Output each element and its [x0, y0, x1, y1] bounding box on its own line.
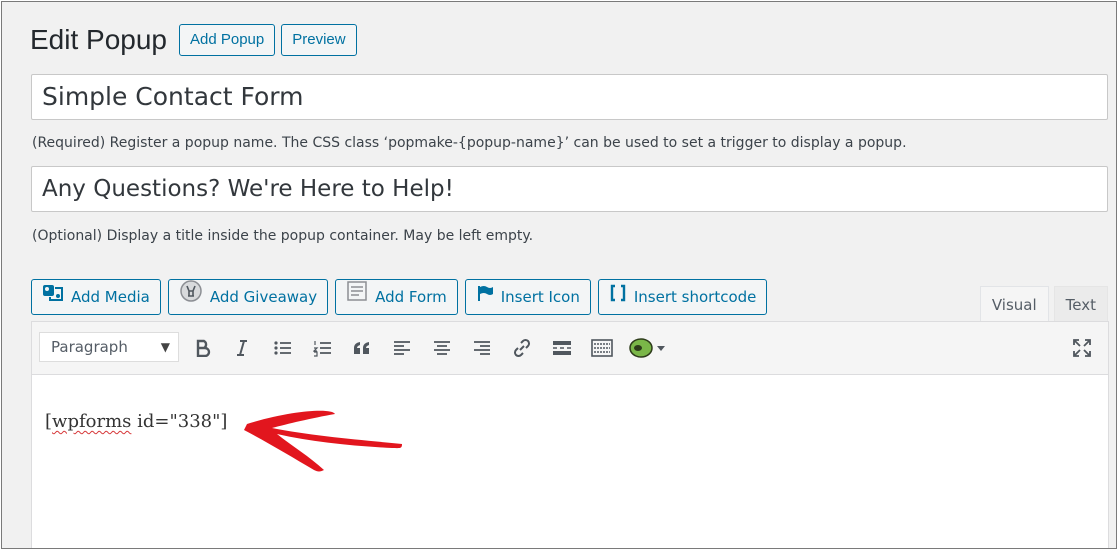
add-form-button[interactable]: Add Form — [335, 279, 458, 315]
editor-content[interactable]: [wpforms id="338"] — [45, 411, 227, 432]
popup-title-help: (Optional) Display a title inside the po… — [32, 228, 534, 244]
numbered-list-icon[interactable] — [309, 334, 337, 362]
media-icon — [42, 280, 71, 314]
format-select-value: Paragraph — [51, 338, 128, 356]
align-right-icon[interactable] — [468, 334, 496, 362]
wpforms-icon[interactable] — [628, 334, 668, 362]
tab-text[interactable]: Text — [1053, 286, 1108, 322]
shortcode-bracket: [ — [45, 411, 53, 432]
heading-row: Edit Popup Add Popup Preview — [30, 22, 357, 58]
add-giveaway-button[interactable]: Add Giveaway — [167, 279, 329, 315]
popup-name-help: (Required) Register a popup name. The CS… — [32, 135, 907, 151]
editor-toolbar: Paragraph ▼ — [32, 322, 1108, 375]
align-left-icon[interactable] — [388, 334, 416, 362]
add-media-label: Add Media — [71, 288, 150, 306]
popup-editor-screen: Edit Popup Add Popup Preview Simple Cont… — [1, 1, 1117, 549]
blockquote-icon[interactable] — [348, 334, 376, 362]
toolbar-toggle-icon[interactable] — [588, 334, 616, 362]
format-select[interactable]: Paragraph ▼ — [39, 332, 179, 362]
read-more-icon[interactable] — [548, 334, 576, 362]
shortcode-attributes: id="338"] — [131, 411, 228, 432]
add-giveaway-label: Add Giveaway — [209, 288, 318, 306]
bullet-list-icon[interactable] — [269, 334, 297, 362]
content-editor: Paragraph ▼ [wpforms id="338"] — [31, 321, 1109, 548]
page-title: Edit Popup — [30, 24, 167, 55]
link-icon[interactable] — [508, 334, 536, 362]
chevron-down-icon: ▼ — [160, 340, 170, 354]
add-media-button[interactable]: Add Media — [31, 279, 161, 315]
add-popup-button[interactable]: Add Popup — [179, 24, 276, 56]
shortcode-name: wpforms — [52, 411, 132, 432]
flag-icon — [476, 280, 501, 314]
popup-name-input[interactable]: Simple Contact Form — [31, 74, 1108, 120]
insert-icon-button[interactable]: Insert Icon — [464, 279, 591, 315]
giveaway-icon — [179, 279, 210, 315]
fullscreen-icon[interactable] — [1068, 334, 1096, 362]
bold-button[interactable] — [189, 334, 217, 362]
insert-icon-label: Insert Icon — [500, 288, 580, 306]
preview-button[interactable]: Preview — [281, 24, 357, 56]
insert-shortcode-label: Insert shortcode — [633, 288, 757, 306]
tab-visual[interactable]: Visual — [979, 286, 1049, 322]
shortcode-brackets-icon — [609, 280, 634, 314]
form-icon — [346, 280, 375, 314]
align-center-icon[interactable] — [428, 334, 456, 362]
italic-button[interactable] — [228, 334, 256, 362]
arrow-annotation — [244, 410, 402, 472]
media-buttons: Add Media Add Giveaway Add Form Insert I… — [31, 279, 774, 315]
popup-title-input[interactable]: Any Questions? We're Here to Help! — [31, 166, 1108, 212]
insert-shortcode-button[interactable]: Insert shortcode — [597, 279, 768, 315]
add-form-label: Add Form — [375, 288, 447, 306]
editor-tabs: Visual Text — [979, 286, 1108, 322]
